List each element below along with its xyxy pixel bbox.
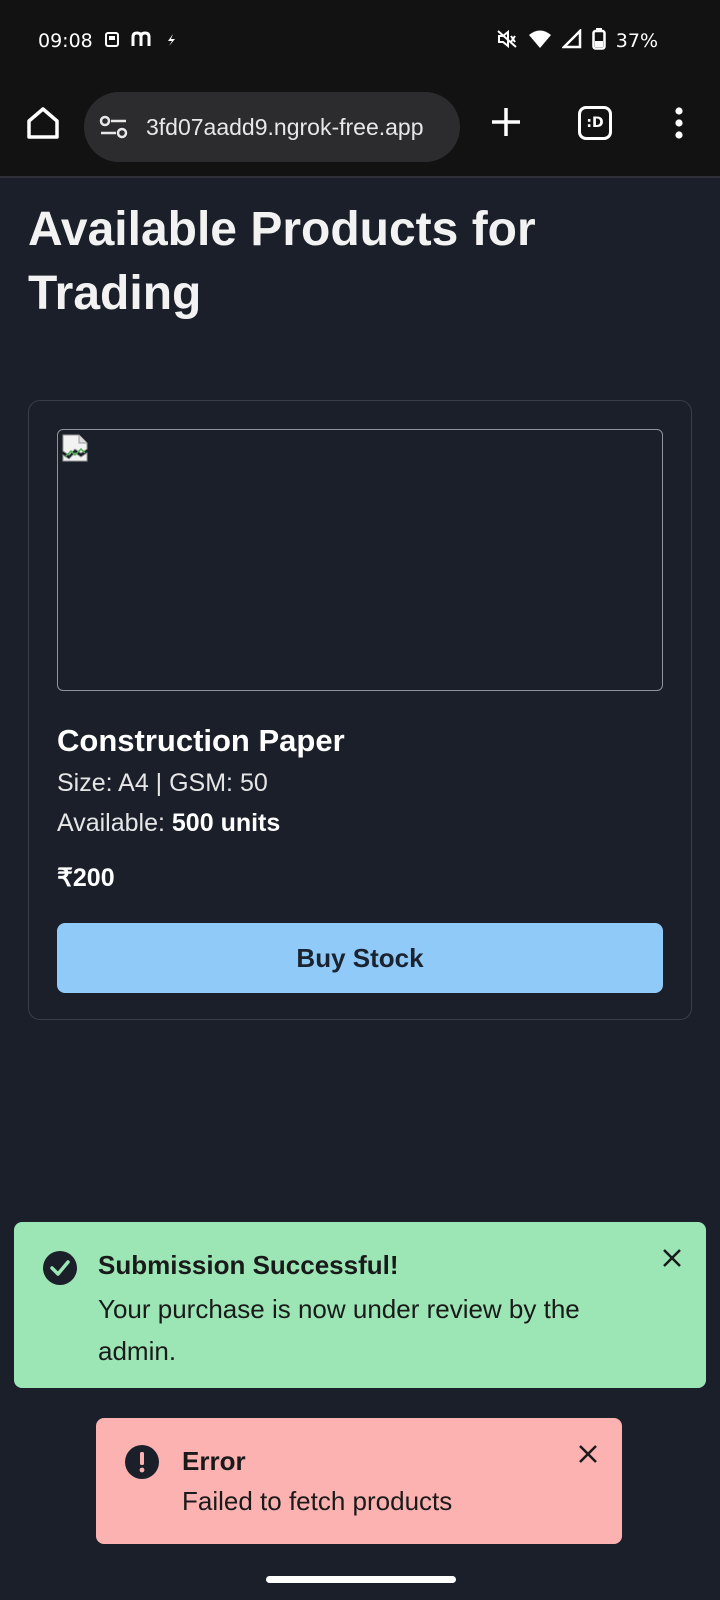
page-title: Available Products for Trading <box>28 203 536 320</box>
battery-level: 37% <box>615 30 658 52</box>
toast-title: Error <box>182 1446 246 1476</box>
toast-message: Failed to fetch products <box>182 1486 453 1516</box>
status-bar: 09:08 37% <box>0 0 720 82</box>
product-name: Construction Paper <box>57 723 345 758</box>
alert-circle-icon <box>124 1444 160 1480</box>
product-card: Construction Paper Size: A4 | GSM: 50 Av… <box>28 400 692 1020</box>
status-right: 37% <box>496 27 658 55</box>
success-toast: Submission Successful! Your purchase is … <box>14 1222 706 1388</box>
signal-icon <box>560 27 582 54</box>
wifi-icon <box>528 29 552 54</box>
flash-icon <box>165 30 177 52</box>
product-image <box>57 429 663 691</box>
home-icon[interactable] <box>24 104 62 142</box>
home-gesture-bar[interactable] <box>266 1576 456 1583</box>
status-time: 09:08 <box>38 30 93 52</box>
battery-icon <box>592 27 606 55</box>
product-spec: Size: A4 | GSM: 50 <box>57 769 268 797</box>
check-circle-icon <box>42 1250 78 1286</box>
broken-image-icon <box>61 433 89 463</box>
tab-switcher-label: :D <box>586 115 604 131</box>
wallet-icon <box>104 30 119 52</box>
browser-toolbar: 3fd07aadd9.ngrok-free.app :D <box>0 82 720 178</box>
availability-label: Available: <box>57 809 172 837</box>
mute-icon <box>496 29 518 54</box>
error-toast: Error Failed to fetch products <box>96 1418 622 1544</box>
buy-stock-button[interactable]: Buy Stock <box>57 923 663 993</box>
toast-message: Your purchase is now under review by the… <box>98 1294 580 1366</box>
site-settings-icon[interactable] <box>98 113 130 141</box>
new-tab-icon[interactable] <box>488 104 524 140</box>
more-menu-icon[interactable] <box>664 104 694 142</box>
toast-title: Submission Successful! <box>98 1250 399 1280</box>
availability-value: 500 units <box>171 809 281 837</box>
url-text[interactable]: 3fd07aadd9.ngrok-free.app <box>146 114 424 141</box>
product-price: ₹200 <box>57 864 115 892</box>
status-left: 09:08 <box>38 30 177 52</box>
close-icon[interactable] <box>574 1440 602 1468</box>
close-icon[interactable] <box>658 1244 686 1272</box>
address-bar[interactable]: 3fd07aadd9.ngrok-free.app <box>84 92 460 162</box>
product-availability: Available: 500 units <box>57 809 280 838</box>
tab-switcher-button[interactable]: :D <box>578 106 612 140</box>
m-app-icon <box>131 30 153 52</box>
